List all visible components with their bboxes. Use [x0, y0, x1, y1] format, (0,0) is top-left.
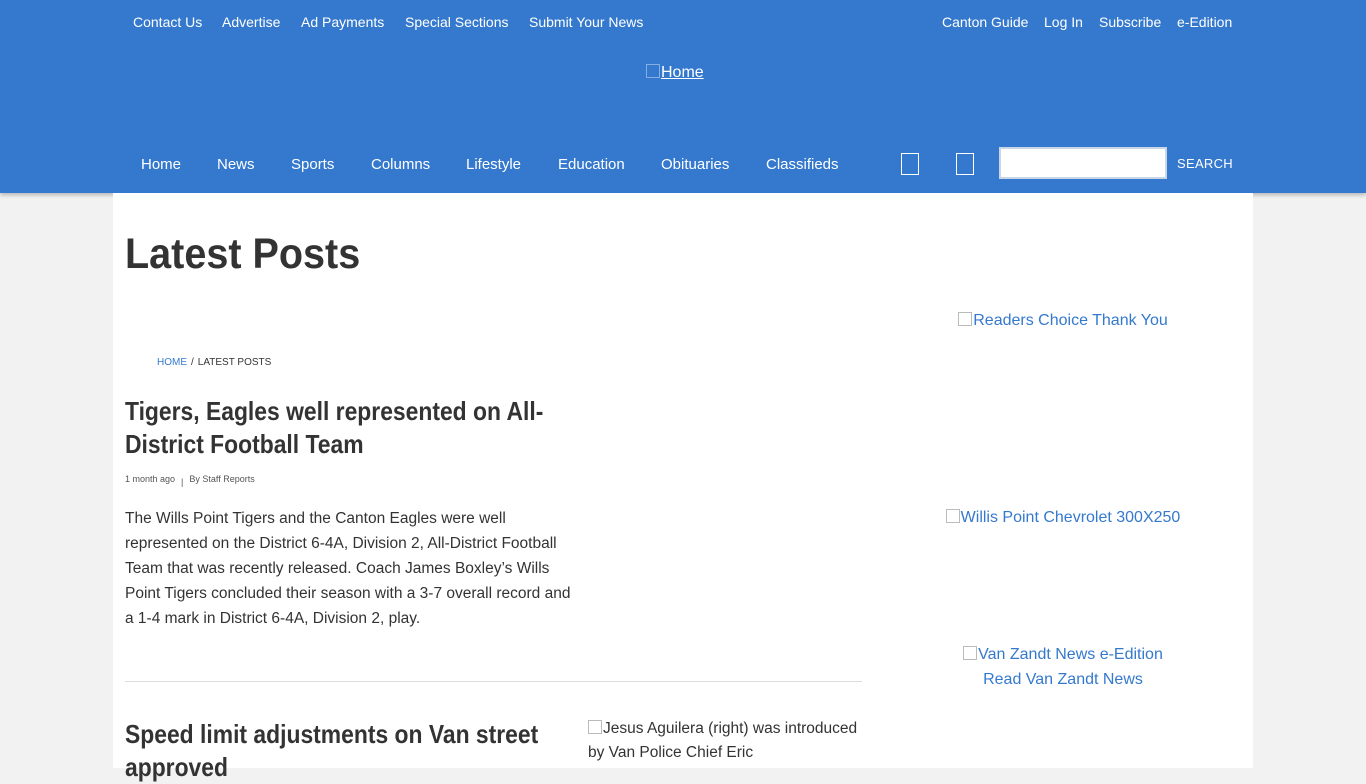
logo-alt-text: Home — [661, 64, 704, 81]
site-header: Contact Us Advertise Ad Payments Special… — [0, 0, 1366, 193]
post-title[interactable]: Tigers, Eagles well represented on All-D… — [125, 395, 574, 461]
social-icon[interactable] — [956, 153, 974, 175]
broken-image-icon — [963, 646, 978, 660]
sidebar-ad-chevrolet[interactable]: Willis Point Chevrolet 300X250 — [905, 505, 1221, 530]
search-input[interactable] — [999, 147, 1167, 179]
broken-image-icon — [646, 64, 660, 78]
post-title[interactable]: Speed limit adjustments on Van street ap… — [125, 718, 574, 784]
post-excerpt: The Wills Point Tigers and the Canton Ea… — [125, 510, 571, 627]
top-nav-canton-guide[interactable]: Canton Guide — [942, 14, 1028, 30]
ad-alt-text: Willis Point Chevrolet 300X250 — [960, 509, 1181, 526]
page-title: Latest Posts — [125, 230, 361, 278]
top-nav-ad-payments[interactable]: Ad Payments — [301, 14, 384, 30]
top-nav-log-in[interactable]: Log In — [1044, 14, 1083, 30]
social-icon[interactable] — [901, 153, 919, 175]
top-nav-advertise[interactable]: Advertise — [222, 14, 280, 30]
ad-alt-text: Van Zandt News e-Edition — [978, 646, 1163, 663]
breadcrumb-home-link[interactable]: HOME — [157, 357, 187, 368]
top-nav-e-edition[interactable]: e-Edition — [1177, 14, 1232, 30]
nav-lifestyle[interactable]: Lifestyle — [466, 156, 521, 173]
top-nav-subscribe[interactable]: Subscribe — [1099, 14, 1161, 30]
post-image-alt: Jesus Aguilera (right) was introduced by… — [588, 720, 858, 761]
nav-columns[interactable]: Columns — [371, 156, 430, 173]
nav-home[interactable]: Home — [141, 156, 181, 173]
nav-obituaries[interactable]: Obituaries — [661, 156, 729, 173]
sidebar-ad-readers-choice[interactable]: Readers Choice Thank You — [905, 308, 1221, 333]
post-timestamp: 1 month ago — [125, 474, 176, 484]
site-logo[interactable]: Home — [646, 64, 704, 82]
broken-image-icon — [945, 509, 960, 523]
top-nav-contact-us[interactable]: Contact Us — [133, 14, 202, 30]
post-meta: 1 month ago | By Staff Reports — [125, 474, 255, 487]
nav-classifieds[interactable]: Classifieds — [766, 156, 839, 173]
post-author[interactable]: By Staff Reports — [189, 474, 254, 484]
sidebar-ad-e-edition[interactable]: Van Zandt News e-Edition Read Van Zandt … — [905, 642, 1221, 692]
broken-image-icon — [958, 312, 973, 326]
ad-alt-text: Readers Choice Thank You — [973, 312, 1168, 329]
post-divider — [125, 681, 862, 682]
ad-caption-link[interactable]: Read Van Zandt News — [905, 667, 1221, 692]
meta-separator: | — [181, 477, 184, 487]
nav-sports[interactable]: Sports — [291, 156, 334, 173]
search-button[interactable]: SEARCH — [1177, 156, 1233, 171]
top-nav-special-sections[interactable]: Special Sections — [405, 14, 509, 30]
breadcrumb-separator: / — [191, 357, 194, 368]
broken-image-icon — [588, 720, 602, 734]
breadcrumb: HOME / LATEST POSTS — [157, 357, 271, 368]
top-nav-submit-your-news[interactable]: Submit Your News — [529, 14, 643, 30]
nav-news[interactable]: News — [217, 156, 255, 173]
breadcrumb-current: LATEST POSTS — [197, 357, 272, 368]
nav-education[interactable]: Education — [558, 156, 625, 173]
post-image[interactable]: Jesus Aguilera (right) was introduced by… — [588, 717, 863, 765]
